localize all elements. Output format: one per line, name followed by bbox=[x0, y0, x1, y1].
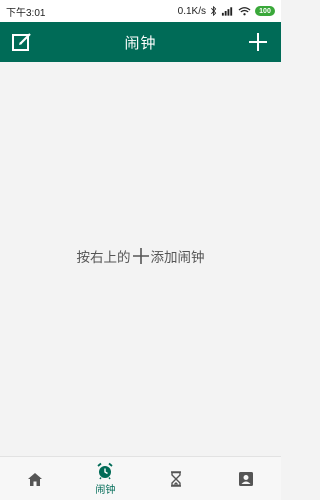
profile-icon bbox=[238, 471, 253, 486]
network-speed: 0.1K/s bbox=[177, 5, 206, 17]
empty-hint-text-before: 按右上的 bbox=[76, 250, 131, 266]
page-title: 闹钟 bbox=[124, 33, 157, 52]
nav-label-alarm: 闹钟 bbox=[95, 484, 116, 496]
nav-item-home[interactable] bbox=[0, 457, 70, 500]
plus-icon bbox=[132, 248, 149, 264]
battery-icon: 100 bbox=[255, 6, 275, 16]
status-icons: 0.1K/s 100 bbox=[178, 6, 275, 17]
nav-item-profile[interactable] bbox=[211, 457, 281, 500]
home-icon bbox=[28, 472, 43, 486]
alarm-list-area: 按右上的 添加闹钟 bbox=[0, 62, 281, 456]
plus-icon[interactable] bbox=[247, 31, 269, 53]
nav-item-timer[interactable] bbox=[141, 457, 211, 500]
bluetooth-icon bbox=[211, 6, 217, 16]
alarm-clock-icon bbox=[97, 462, 113, 479]
nav-item-alarm[interactable]: 闹钟 bbox=[70, 457, 140, 500]
app-header: 闹钟 bbox=[0, 22, 281, 62]
bottom-nav: 闹钟 bbox=[0, 456, 281, 500]
empty-hint: 按右上的 添加闹钟 bbox=[0, 246, 281, 266]
edit-icon[interactable] bbox=[11, 31, 33, 53]
status-bar: 下午3:01 0.1K/s 100 bbox=[0, 0, 281, 22]
status-time: 下午3:01 bbox=[6, 7, 46, 19]
empty-hint-text-after: 添加闹钟 bbox=[150, 250, 205, 266]
wifi-icon bbox=[238, 7, 251, 16]
hourglass-icon bbox=[170, 470, 181, 487]
signal-icon bbox=[221, 7, 233, 16]
